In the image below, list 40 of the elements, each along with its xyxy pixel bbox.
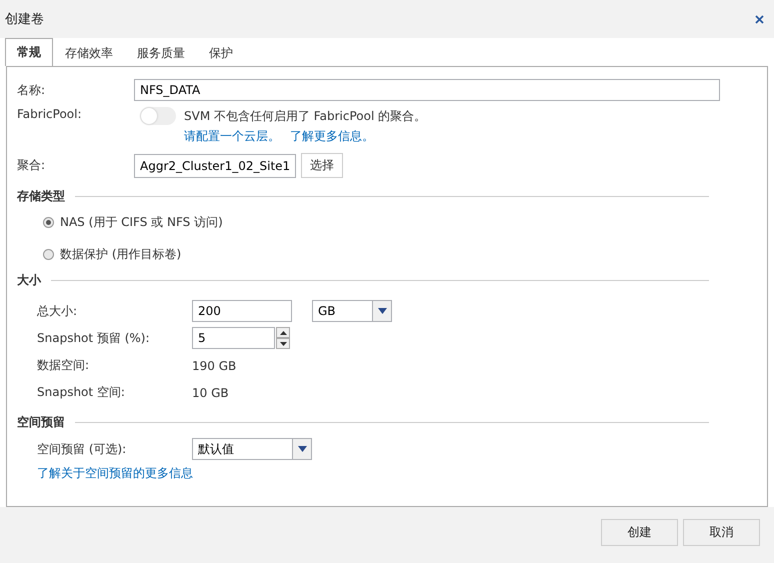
percent-field[interactable]: 5 [192,327,275,349]
field-label: 聚合: [17,157,46,174]
close-icon[interactable] [755,14,764,24]
field-label: 总大小: [36,302,78,320]
dialog-button[interactable]: 取消 [683,518,760,546]
radio-button[interactable] [43,248,54,260]
tab[interactable]: 存储效率 [53,39,125,66]
section-title: 存储类型 [17,188,65,204]
dialog-title: 创建卷 [5,11,44,28]
unit-dropdown[interactable]: GB [312,300,392,322]
link[interactable]: 请配置一个云层。 [184,128,280,145]
tab[interactable]: 保护 [197,39,245,66]
select-button[interactable]: 选择 [301,153,344,178]
toggle-switch[interactable] [140,107,176,125]
aggregate-field[interactable]: Aggr2_Cluster1_02_Site1 [134,154,296,178]
caret-icon[interactable] [378,308,386,314]
fabricpool-message: SVM 不包含任何启用了 FabricPool 的聚合。 [184,108,426,124]
field-label: Snapshot 空间: [36,384,126,401]
reservation-dropdown[interactable]: 默认值 [192,438,312,460]
field-value: 10 GB [192,386,229,400]
field-label: 空间预留 (可选): [36,440,128,458]
dialog-button[interactable]: 创建 [601,518,678,546]
field-label: Snapshot 预留 (%): [36,330,151,346]
field-label: 名称: [17,82,46,98]
field-label: FabricPool: [17,107,83,121]
section-title: 空间预留 [17,414,65,430]
field-value: 190 GB [192,358,236,372]
link[interactable]: 了解更多信息。 [290,128,374,145]
size-field[interactable]: 200 [192,300,292,322]
section-title: 大小 [17,272,41,288]
radio-button[interactable] [43,216,54,228]
link[interactable]: 了解关于空间预留的更多信息 [17,465,193,482]
spinner[interactable] [276,327,290,349]
tab[interactable]: 服务质量 [125,39,197,66]
tab[interactable]: 常规 [5,38,53,66]
radio-label[interactable]: NAS (用于 CIFS 或 NFS 访问) [60,214,223,230]
caret-icon[interactable] [298,446,306,452]
radio-label[interactable]: 数据保护 (用作目标卷) [60,246,182,262]
name-field[interactable]: NFS_DATA [134,79,720,101]
field-label: 数据空间: [36,357,90,374]
